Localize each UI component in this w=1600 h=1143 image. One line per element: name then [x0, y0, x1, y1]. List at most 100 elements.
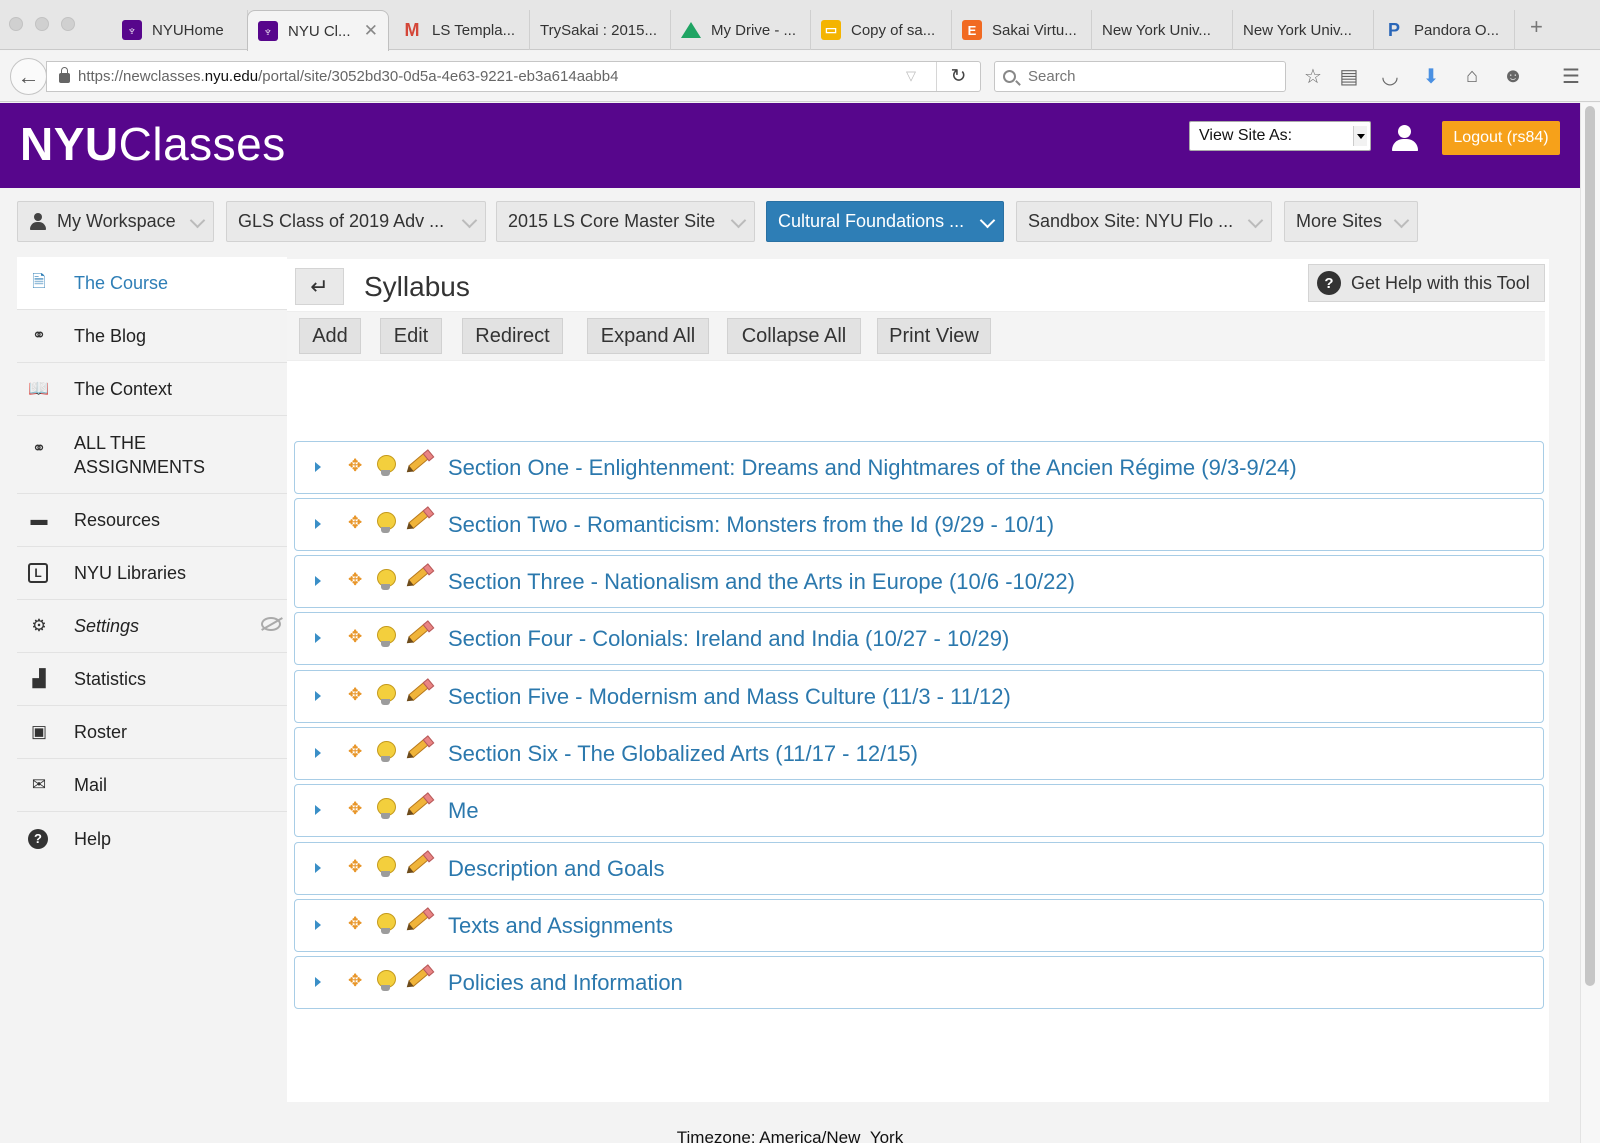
browser-tab[interactable]: New York Univ...: [1233, 10, 1374, 50]
section-title[interactable]: Section Six - The Globalized Arts (11/17…: [448, 741, 918, 767]
tool-item-settings[interactable]: ⚙ Settings: [17, 600, 287, 653]
tool-item-all-the-assignments[interactable]: ⚭ ALL THE ASSIGNMENTS: [17, 416, 287, 494]
pencil-icon[interactable]: [408, 508, 430, 530]
up-level-button[interactable]: ↵: [295, 268, 344, 305]
syllabus-section[interactable]: ✥ Policies and Information: [294, 956, 1544, 1009]
chat-icon[interactable]: ☻: [1500, 63, 1526, 89]
move-icon[interactable]: ✥: [348, 799, 362, 819]
section-title[interactable]: Section Two - Romanticism: Monsters from…: [448, 512, 1054, 538]
browser-tab[interactable]: E Sakai Virtu...: [952, 10, 1092, 50]
syllabus-section[interactable]: ✥ Section Two - Romanticism: Monsters fr…: [294, 498, 1544, 551]
site-tab-ls-core[interactable]: 2015 LS Core Master Site: [496, 201, 755, 242]
browser-tab[interactable]: My Drive - ...: [671, 10, 811, 50]
browser-tab[interactable]: New York Univ...: [1092, 10, 1233, 50]
syllabus-section[interactable]: ✥ Description and Goals: [294, 842, 1544, 895]
pocket-icon[interactable]: ◡: [1377, 63, 1403, 89]
lightbulb-icon[interactable]: [377, 741, 396, 763]
pencil-icon[interactable]: [408, 794, 430, 816]
expand-arrow-icon[interactable]: [315, 920, 321, 930]
lightbulb-icon[interactable]: [377, 856, 396, 878]
edit-button[interactable]: Edit: [380, 318, 442, 354]
add-button[interactable]: Add: [299, 318, 361, 354]
back-arrow-icon[interactable]: ←: [10, 58, 47, 95]
tool-item-the-course[interactable]: 🗎 The Course: [17, 257, 287, 310]
nyu-classes-logo[interactable]: NYUClasses: [20, 117, 286, 171]
browser-tab-active[interactable]: ♆ NYU Cl... ✕: [247, 10, 389, 51]
expand-arrow-icon[interactable]: [315, 748, 321, 758]
section-title[interactable]: Section One - Enlightenment: Dreams and …: [448, 455, 1297, 481]
expand-all-button[interactable]: Expand All: [587, 318, 709, 354]
move-icon[interactable]: ✥: [348, 456, 362, 476]
tool-item-mail[interactable]: ✉ Mail: [17, 759, 287, 812]
logout-button[interactable]: Logout (rs84): [1442, 121, 1560, 155]
zoom-window-button[interactable]: [61, 17, 75, 31]
browser-tab[interactable]: TrySakai : 2015...: [530, 10, 671, 50]
expand-arrow-icon[interactable]: [315, 633, 321, 643]
section-title[interactable]: Me: [448, 798, 479, 824]
close-tab-icon[interactable]: ✕: [360, 21, 382, 41]
expand-arrow-icon[interactable]: [315, 805, 321, 815]
expand-arrow-icon[interactable]: [315, 863, 321, 873]
move-icon[interactable]: ✥: [348, 971, 362, 991]
lightbulb-icon[interactable]: [377, 626, 396, 648]
lightbulb-icon[interactable]: [377, 569, 396, 591]
more-sites-button[interactable]: More Sites: [1284, 201, 1418, 242]
view-site-as-select[interactable]: View Site As:: [1189, 121, 1371, 151]
syllabus-section[interactable]: ✥ Me: [294, 784, 1544, 837]
print-view-button[interactable]: Print View: [877, 318, 991, 354]
tool-item-nyu-libraries[interactable]: L NYU Libraries: [17, 547, 287, 600]
expand-arrow-icon[interactable]: [315, 977, 321, 987]
lightbulb-icon[interactable]: [377, 684, 396, 706]
lightbulb-icon[interactable]: [377, 913, 396, 935]
collapse-all-button[interactable]: Collapse All: [727, 318, 861, 354]
browser-tab[interactable]: ♆ NYUHome: [112, 10, 248, 50]
syllabus-section[interactable]: ✥ Section Three - Nationalism and the Ar…: [294, 555, 1544, 608]
download-icon[interactable]: ⬇: [1418, 63, 1444, 89]
move-icon[interactable]: ✥: [348, 857, 362, 877]
browser-tab[interactable]: ▭ Copy of sa...: [811, 10, 952, 50]
tool-item-roster[interactable]: ▣ Roster: [17, 706, 287, 759]
site-tab-sandbox[interactable]: Sandbox Site: NYU Flo ...: [1016, 201, 1272, 242]
expand-arrow-icon[interactable]: [315, 519, 321, 529]
move-icon[interactable]: ✥: [348, 742, 362, 762]
move-icon[interactable]: ✥: [348, 627, 362, 647]
syllabus-section[interactable]: ✥ Section Four - Colonials: Ireland and …: [294, 612, 1544, 665]
pencil-icon[interactable]: [408, 852, 430, 874]
reload-icon[interactable]: ↻: [936, 62, 980, 91]
move-icon[interactable]: ✥: [348, 914, 362, 934]
tool-item-help[interactable]: ? Help: [17, 812, 287, 865]
syllabus-section[interactable]: ✥ Texts and Assignments: [294, 899, 1544, 952]
move-icon[interactable]: ✥: [348, 513, 362, 533]
site-tab-my-workspace[interactable]: My Workspace: [17, 201, 214, 242]
pencil-icon[interactable]: [408, 565, 430, 587]
minimize-window-button[interactable]: [35, 17, 49, 31]
lightbulb-icon[interactable]: [377, 512, 396, 534]
expand-arrow-icon[interactable]: [315, 576, 321, 586]
section-title[interactable]: Section Four - Colonials: Ireland and In…: [448, 626, 1009, 652]
lightbulb-icon[interactable]: [377, 455, 396, 477]
move-icon[interactable]: ✥: [348, 685, 362, 705]
menu-icon[interactable]: ☰: [1558, 63, 1584, 89]
bookmark-star-icon[interactable]: ☆: [1300, 63, 1326, 89]
expand-arrow-icon[interactable]: [315, 462, 321, 472]
pencil-icon[interactable]: [408, 737, 430, 759]
url-dropdown-icon[interactable]: ▽: [906, 68, 916, 84]
expand-arrow-icon[interactable]: [315, 691, 321, 701]
pencil-icon[interactable]: [408, 451, 430, 473]
tool-item-statistics[interactable]: ▟ Statistics: [17, 653, 287, 706]
redirect-button[interactable]: Redirect: [462, 318, 563, 354]
user-profile-icon[interactable]: [1390, 125, 1420, 155]
section-title[interactable]: Texts and Assignments: [448, 913, 673, 939]
pencil-icon[interactable]: [408, 966, 430, 988]
syllabus-section[interactable]: ✥ Section Six - The Globalized Arts (11/…: [294, 727, 1544, 780]
close-window-button[interactable]: [9, 17, 23, 31]
browser-tab[interactable]: M LS Templa...: [392, 10, 530, 50]
tool-item-the-blog[interactable]: ⚭ The Blog: [17, 310, 287, 363]
reading-list-icon[interactable]: ▤: [1336, 63, 1362, 89]
home-icon[interactable]: ⌂: [1459, 63, 1485, 89]
page-scrollbar[interactable]: [1580, 103, 1600, 1143]
move-icon[interactable]: ✥: [348, 570, 362, 590]
syllabus-section[interactable]: ✥ Section Five - Modernism and Mass Cult…: [294, 670, 1544, 723]
browser-tab[interactable]: P Pandora O...: [1374, 10, 1515, 50]
site-tab-cultural-foundations[interactable]: Cultural Foundations ...: [766, 201, 1004, 242]
